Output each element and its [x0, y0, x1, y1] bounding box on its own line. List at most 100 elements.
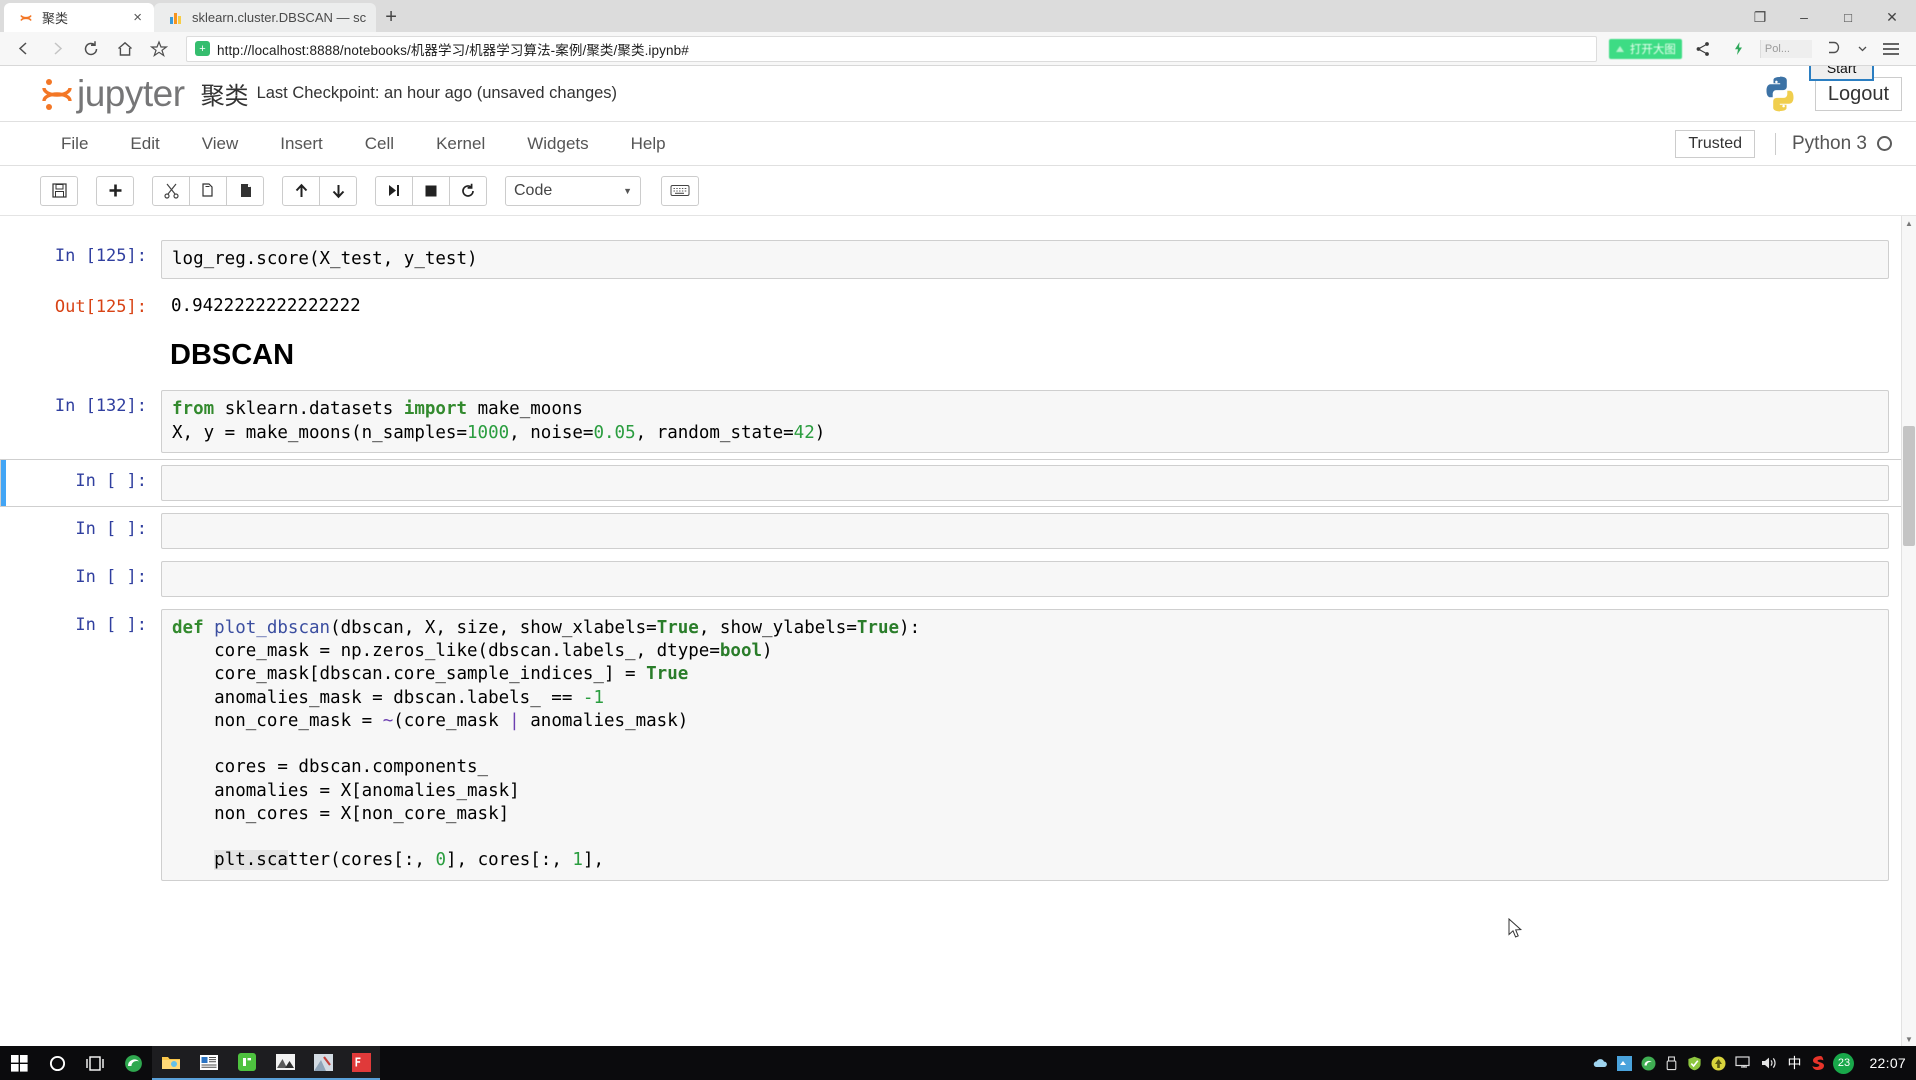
notebook-scrollbar[interactable]: ▲ ▼	[1901, 216, 1916, 1046]
task-view-icon[interactable]	[76, 1046, 114, 1080]
hamburger-menu-icon[interactable]	[1876, 35, 1906, 63]
onedrive-icon[interactable]	[1593, 1057, 1608, 1069]
taskbar-clock[interactable]: 22:07	[1863, 1055, 1906, 1071]
run-cell-button[interactable]	[375, 175, 413, 206]
chevron-down-icon[interactable]	[1854, 35, 1870, 63]
jupyter-logo[interactable]: jupyter	[40, 72, 185, 114]
cortana-search-icon[interactable]	[38, 1046, 76, 1080]
notebook-cell[interactable]: In [ ]:	[0, 555, 1916, 603]
forward-button[interactable]	[42, 35, 72, 63]
markdown-cell[interactable]: DBSCAN	[0, 327, 1916, 384]
network-icon[interactable]	[1735, 1056, 1752, 1070]
extension-badge[interactable]: 打开大图	[1608, 38, 1682, 59]
pocket-button[interactable]: Pol...	[1759, 39, 1812, 58]
minimize-button[interactable]: –	[1782, 2, 1826, 32]
blue-app-icon[interactable]	[1617, 1055, 1633, 1071]
command-palette-button[interactable]	[661, 175, 699, 206]
menu-widgets[interactable]: Widgets	[506, 128, 609, 160]
logout-button[interactable]: Logout	[1814, 76, 1902, 111]
menu-kernel[interactable]: Kernel	[415, 128, 506, 160]
wechat-icon[interactable]	[228, 1046, 266, 1080]
file-explorer-icon[interactable]	[152, 1046, 190, 1080]
back-button[interactable]	[8, 35, 38, 63]
cell-type-select[interactable]: Code ▼	[505, 175, 641, 206]
volume-icon[interactable]	[1761, 1056, 1778, 1070]
jupyter-favicon	[18, 10, 34, 26]
insert-cell-button[interactable]	[96, 175, 134, 206]
browser-tab-strip: 聚类 × sklearn.cluster.DBSCAN — sc + ❐ – □…	[0, 0, 1916, 32]
notebook-cell[interactable]: In [ ]: def plot_dbscan(dbscan, X, size,…	[0, 603, 1916, 887]
close-window-button[interactable]: ✕	[1870, 2, 1914, 32]
address-bar[interactable]: + http://localhost:8888/notebooks/机器学习/机…	[186, 35, 1597, 62]
security-shield-icon[interactable]	[1687, 1056, 1702, 1071]
cell-prompt-in: In [ ]:	[75, 614, 147, 635]
browser-navigation-bar: + http://localhost:8888/notebooks/机器学习/机…	[0, 32, 1916, 66]
new-tab-button[interactable]: +	[376, 3, 406, 32]
dbscan-heading: DBSCAN	[170, 339, 295, 372]
scroll-down-arrow[interactable]: ▼	[1902, 1032, 1916, 1046]
start-tooltip[interactable]: Start	[1808, 66, 1875, 81]
menu-insert[interactable]: Insert	[259, 128, 344, 160]
news-app-icon[interactable]	[190, 1046, 228, 1080]
image-viewer-icon[interactable]	[304, 1046, 342, 1080]
kernel-indicator[interactable]: Python 3	[1775, 132, 1892, 155]
update-icon[interactable]	[1711, 1056, 1726, 1071]
sogou-icon[interactable]	[1810, 1055, 1825, 1071]
cell-source[interactable]: log_reg.score(X_test, y_test)	[161, 240, 1889, 280]
reload-button[interactable]	[76, 35, 106, 63]
green-circle-icon[interactable]	[1641, 1056, 1656, 1071]
close-icon[interactable]: ×	[131, 10, 144, 25]
notebook-scroll-area[interactable]: In [125]: log_reg.score(X_test, y_test) …	[0, 216, 1916, 1046]
menu-view[interactable]: View	[181, 128, 260, 160]
jupyter-logo-text: jupyter	[77, 72, 185, 114]
move-cell-down-button[interactable]	[319, 175, 357, 206]
bookmark-star-icon[interactable]	[144, 35, 174, 63]
lightning-icon[interactable]	[1724, 35, 1754, 63]
python-logo-icon	[1757, 71, 1803, 117]
paste-icon[interactable]	[226, 175, 264, 206]
windows-start-icon[interactable]	[0, 1046, 38, 1080]
edge-browser-icon[interactable]	[114, 1046, 152, 1080]
notebook-cell-selected[interactable]: In [ ]:	[0, 458, 1916, 507]
trusted-badge[interactable]: Trusted	[1675, 129, 1755, 158]
move-cell-up-button[interactable]	[282, 175, 320, 206]
scroll-up-arrow[interactable]: ▲	[1902, 216, 1916, 230]
collections-icon[interactable]	[1818, 35, 1848, 63]
ime-icon[interactable]: 中	[1787, 1053, 1801, 1073]
restart-kernel-button[interactable]	[449, 175, 487, 206]
menu-edit[interactable]: Edit	[109, 128, 180, 160]
cell-source[interactable]: from sklearn.datasets import make_moons …	[161, 390, 1889, 453]
copy-icon[interactable]	[189, 175, 227, 206]
cell-source[interactable]	[161, 560, 1889, 597]
notebook-cell[interactable]: In [ ]:	[0, 507, 1916, 555]
notebook-cell[interactable]: In [132]: from sklearn.datasets import m…	[0, 384, 1916, 459]
pycharm-icon[interactable]	[342, 1046, 380, 1080]
cell-source[interactable]	[161, 512, 1889, 549]
menu-help[interactable]: Help	[610, 128, 687, 160]
browser-tab-jupyter[interactable]: 聚类 ×	[4, 3, 154, 32]
jupyter-header: jupyter 聚类 Last Checkpoint: an hour ago …	[0, 66, 1916, 122]
cell-prompt-in: In [132]:	[54, 396, 147, 417]
tab-title: sklearn.cluster.DBSCAN — sc	[192, 10, 367, 25]
share-icon[interactable]	[1688, 35, 1718, 63]
cell-prompt-in: In [125]:	[54, 246, 147, 266]
interrupt-kernel-button[interactable]	[412, 175, 450, 206]
maximize-button[interactable]: □	[1826, 2, 1870, 32]
menu-cell[interactable]: Cell	[344, 128, 415, 160]
restore-down-button[interactable]: ❐	[1738, 2, 1782, 32]
notebook-cell-output: Out[125]: 0.9422222222222222	[0, 285, 1916, 327]
menu-file[interactable]: File	[40, 128, 109, 160]
notification-count-icon[interactable]: 23	[1833, 1052, 1855, 1074]
save-button[interactable]	[40, 175, 78, 206]
notebook-cell[interactable]: In [125]: log_reg.score(X_test, y_test)	[0, 234, 1916, 285]
notebook-name[interactable]: 聚类	[201, 76, 249, 111]
cell-output-text: 0.9422222222222222	[171, 296, 361, 317]
usb-icon[interactable]	[1665, 1055, 1678, 1071]
photos-icon[interactable]	[266, 1046, 304, 1080]
browser-tab-sklearn[interactable]: sklearn.cluster.DBSCAN — sc	[154, 3, 377, 32]
cell-source[interactable]	[161, 464, 1889, 501]
cell-source[interactable]: def plot_dbscan(dbscan, X, size, show_xl…	[161, 608, 1889, 881]
cut-icon[interactable]	[152, 175, 190, 206]
home-button[interactable]	[110, 35, 140, 63]
scrollbar-thumb[interactable]	[1903, 426, 1915, 546]
